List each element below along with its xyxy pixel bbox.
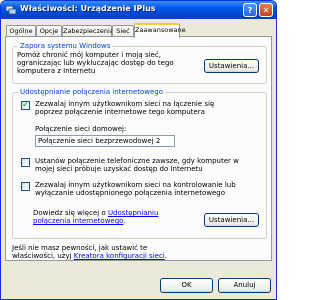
footer-suffix: .: [164, 252, 167, 260]
allow-share-label-line2: poprzez połączenie internetowe tego komp…: [35, 108, 205, 116]
footer-prefix: właściwości, użyj: [12, 252, 74, 260]
firewall-settings-button[interactable]: Ustawienia...: [204, 59, 259, 73]
home-network-label: Połączenie sieci domowej:: [35, 125, 127, 133]
checkmark-icon: ✓: [22, 100, 30, 110]
firewall-description-line1: Pomóż chronić mój komputer i moją sieć,: [17, 51, 161, 59]
dial-on-demand-label-line2: mojej sieci próbuje uzyskać dostęp do In…: [35, 165, 203, 173]
footer-line1: Jeśli nie masz pewności, jak ustawić te: [12, 244, 148, 252]
ics-settings-button[interactable]: Ustawienia...: [204, 213, 259, 227]
ok-button[interactable]: OK: [160, 278, 213, 293]
tab-panel-advanced: Zapora systemu Windows Pomóż chronić mój…: [5, 36, 272, 261]
ics-help-link[interactable]: Udostępnianiu: [108, 209, 158, 217]
firewall-group: Zapora systemu Windows Pomóż chronić mój…: [12, 42, 267, 84]
allow-share-checkbox[interactable]: ✓: [21, 100, 30, 110]
allow-control-checkbox[interactable]: [21, 182, 30, 191]
cancel-button[interactable]: Anuluj: [218, 278, 271, 293]
tab-advanced[interactable]: Zaawansowane: [134, 23, 186, 38]
ics-group: Udostępnianie połączenia internetowego ✓…: [12, 88, 267, 239]
properties-dialog: Właściwości: Urządzenie IPlus ? ✕ Ogólne…: [0, 0, 277, 300]
learn-more-end: .: [123, 217, 126, 225]
help-icon: ?: [247, 5, 253, 15]
footer-line2: właściwości, użyj Kreatora konfiguracji …: [12, 252, 167, 260]
learn-more-line2: połączenia internetowego.: [33, 217, 126, 225]
firewall-description-line3: komputera z Internetu: [17, 67, 96, 75]
ics-help-link-continued[interactable]: połączenia internetowego: [33, 217, 123, 225]
firewall-description-line2: ograniczając lub wykluczając dostęp do t…: [17, 59, 174, 67]
allow-control-label-line2: wyłączanie udostępnionego połączenia int…: [35, 189, 225, 197]
allow-share-label-line1: Zezwalaj innym użytkownikom sieci na łąc…: [35, 100, 215, 108]
home-network-field[interactable]: Połączenie sieci bezprzewodowej 2: [35, 135, 175, 147]
learn-more-text: Dowiedz się więcej o: [33, 209, 108, 217]
close-icon: ✕: [262, 5, 270, 15]
title-bar[interactable]: Właściwości: Urządzenie IPlus ? ✕: [1, 1, 276, 19]
network-setup-wizard-link[interactable]: Kreatora konfiguracji sieci: [74, 252, 165, 260]
window-title: Właściwości: Urządzenie IPlus: [20, 4, 156, 13]
dial-on-demand-checkbox[interactable]: [21, 158, 30, 167]
dial-on-demand-label-line1: Ustanów połączenie telefoniczne zawsze, …: [35, 157, 239, 165]
ics-legend: Udostępnianie połączenia internetowego: [18, 88, 166, 96]
close-button[interactable]: ✕: [259, 3, 273, 17]
network-connection-icon: [5, 5, 17, 15]
allow-control-label-line1: Zezwalaj innym użytkownikom sieci na kon…: [35, 181, 236, 189]
help-button[interactable]: ?: [243, 3, 257, 17]
firewall-legend: Zapora systemu Windows: [18, 42, 113, 50]
learn-more-line1: Dowiedz się więcej o Udostępnianiu: [33, 209, 158, 217]
